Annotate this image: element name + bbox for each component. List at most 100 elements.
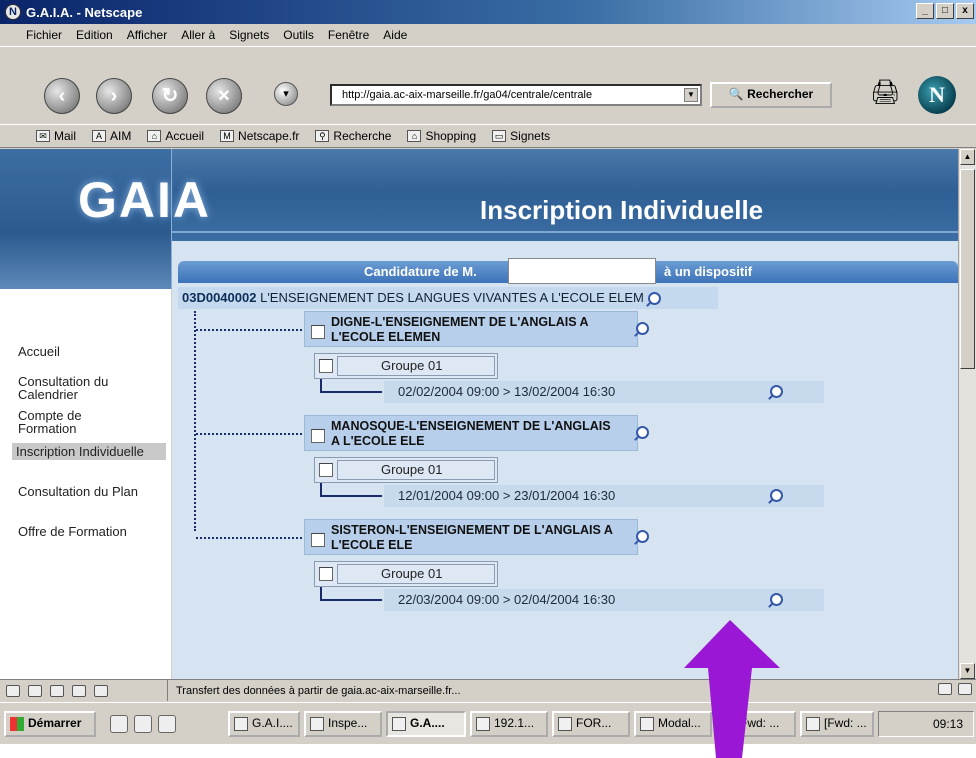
toolbar-item-shopping[interactable]: ⌂ Shopping [407, 129, 476, 143]
start-button[interactable]: Démarrer [4, 711, 96, 737]
vertical-scrollbar[interactable]: ▲ ▼ [958, 149, 976, 679]
search-button[interactable]: 🔍 Rechercher [710, 82, 832, 108]
toolbar-item-aim[interactable]: A AIM [92, 129, 131, 143]
sidebar-item-accueil[interactable]: Accueil [18, 345, 60, 358]
navigator-icon[interactable] [6, 684, 20, 697]
session-connector [320, 495, 382, 497]
quicklaunch-icon[interactable] [134, 715, 152, 733]
back-icon[interactable]: ‹ [44, 78, 80, 114]
search-icon: 🔍 [728, 87, 744, 101]
toolbar-item-recherche[interactable]: ⚲ Recherche [315, 129, 391, 143]
magnifier-icon[interactable] [636, 322, 649, 335]
menu-edition[interactable]: Edition [76, 28, 113, 42]
close-button[interactable]: x [956, 3, 974, 19]
scroll-up-icon[interactable]: ▲ [960, 149, 975, 165]
module-row: DIGNE-L'ENSEIGNEMENT DE L'ANGLAIS A L'EC… [304, 311, 649, 347]
status-text: Transfert des données à partir de gaia.a… [176, 684, 461, 697]
toolbar-item-netscape[interactable]: M Netscape.fr [220, 129, 299, 143]
taskbar-item[interactable]: 192.1... [470, 711, 548, 737]
magnifier-icon[interactable] [770, 593, 783, 606]
tree-connector [196, 433, 302, 435]
dispositif-name: L'ENSEIGNEMENT DES LANGUES VIVANTES A L'… [260, 290, 644, 305]
url-dropdown-icon[interactable]: ▼ [684, 88, 698, 102]
composer-icon[interactable] [72, 684, 86, 697]
security-lock-icon[interactable] [958, 683, 972, 695]
page-title: Inscription Individuelle [480, 195, 764, 225]
window-title: G.A.I.A. - Netscape [26, 4, 143, 20]
sidebar-item-inscription[interactable]: Inscription Individuelle [12, 443, 166, 460]
menu-outils[interactable]: Outils [283, 28, 314, 42]
menu-aller-a[interactable]: Aller à [181, 28, 215, 42]
netscape-icon [234, 717, 248, 731]
groupe-checkbox[interactable] [319, 359, 333, 373]
mail-icon[interactable] [28, 684, 42, 697]
menu-fenetre[interactable]: Fenêtre [328, 28, 369, 42]
quicklaunch-icon[interactable] [110, 715, 128, 733]
reload-icon[interactable]: ↻ [152, 78, 188, 114]
shopping-icon: ⌂ [407, 130, 422, 142]
clock[interactable]: 09:13 [933, 717, 963, 731]
forward-icon[interactable]: › [96, 78, 132, 114]
groupe-cell [337, 564, 495, 584]
session-row: 12/01/2004 09:00 > 23/01/2004 16:30 [384, 485, 824, 507]
start-label: Démarrer [28, 716, 82, 730]
menu-fichier[interactable]: Fichier [26, 28, 62, 42]
magnifier-icon[interactable] [636, 530, 649, 543]
toolbar-item-accueil[interactable]: ⌂ Accueil [147, 129, 204, 143]
groupe-checkbox[interactable] [319, 463, 333, 477]
maximize-button[interactable]: □ [936, 3, 954, 19]
redacted-name [508, 258, 656, 284]
sidebar-item-compte[interactable]: Compte de Formation [18, 409, 128, 435]
module-row: SISTERON-L'ENSEIGNEMENT DE L'ANGLAIS A L… [304, 519, 649, 555]
sidebar-item-calendrier[interactable]: Consultation du Calendrier [18, 375, 158, 401]
connection-icon [938, 683, 952, 695]
module-checkbox[interactable] [311, 325, 325, 339]
magnifier-icon[interactable] [770, 385, 783, 398]
search-icon: ⚲ [315, 130, 330, 142]
magnifier-icon[interactable] [647, 292, 661, 306]
menu-bar: Fichier Edition Afficher Aller à Signets… [0, 24, 976, 46]
address-book-icon[interactable] [94, 684, 108, 697]
menu-aide[interactable]: Aide [383, 28, 407, 42]
print-icon[interactable]: 🖨 [870, 78, 910, 108]
banner-divider [172, 231, 958, 233]
menu-signets[interactable]: Signets [229, 28, 269, 42]
stop-icon[interactable]: × [206, 78, 242, 114]
taskbar-item-active[interactable]: G.A.... [386, 711, 466, 737]
scroll-down-icon[interactable]: ▼ [960, 663, 975, 679]
title-bar: N G.A.I.A. - Netscape _ □ x [0, 0, 976, 24]
module-checkbox[interactable] [311, 533, 325, 547]
magnifier-icon[interactable] [770, 489, 783, 502]
netscape-logo[interactable]: N [918, 76, 956, 114]
toolbar-item-mail[interactable]: ✉ Mail [36, 129, 76, 143]
status-right-icons [938, 683, 972, 695]
toolbar-label: AIM [110, 129, 132, 143]
menu-afficher[interactable]: Afficher [127, 28, 167, 42]
sidebar-item-offre[interactable]: Offre de Formation [18, 525, 127, 538]
candidature-header: Candidature de M. à un dispositif [178, 258, 958, 284]
groupe-row: Groupe 01 [314, 353, 498, 379]
windows-taskbar: Démarrer G.A.I.... Inspe... G.A.... 192.… [0, 702, 976, 744]
scroll-thumb[interactable] [960, 169, 975, 369]
task-label: G.A.I.... [252, 716, 293, 730]
magnifier-icon[interactable] [636, 426, 649, 439]
taskbar-item[interactable]: Inspe... [304, 711, 382, 737]
toolbar-item-signets[interactable]: ▭ Signets [492, 129, 550, 143]
session-connector [320, 599, 382, 601]
aim-icon[interactable] [50, 684, 64, 697]
sidebar-item-plan[interactable]: Consultation du Plan [18, 485, 148, 498]
groupe-checkbox[interactable] [319, 567, 333, 581]
url-field[interactable]: http://gaia.ac-aix-marseille.fr/ga04/cen… [330, 84, 702, 106]
taskbar-item[interactable]: FOR... [552, 711, 630, 737]
minimize-button[interactable]: _ [916, 3, 934, 19]
module-row: MANOSQUE-L'ENSEIGNEMENT DE L'ANGLAIS A L… [304, 415, 649, 451]
header-left-text: Candidature de M. [364, 264, 477, 279]
taskbar-item[interactable]: G.A.I.... [228, 711, 300, 737]
taskbar-item[interactable]: [Fwd: ... [800, 711, 874, 737]
history-dropdown-icon[interactable]: ▾ [274, 82, 298, 106]
annotation-arrow-icon [684, 620, 780, 758]
task-label: G.A.... [410, 716, 445, 730]
module-checkbox[interactable] [311, 429, 325, 443]
quicklaunch-icon[interactable] [158, 715, 176, 733]
module-title-line2: L'ECOLE ELE [331, 538, 413, 552]
